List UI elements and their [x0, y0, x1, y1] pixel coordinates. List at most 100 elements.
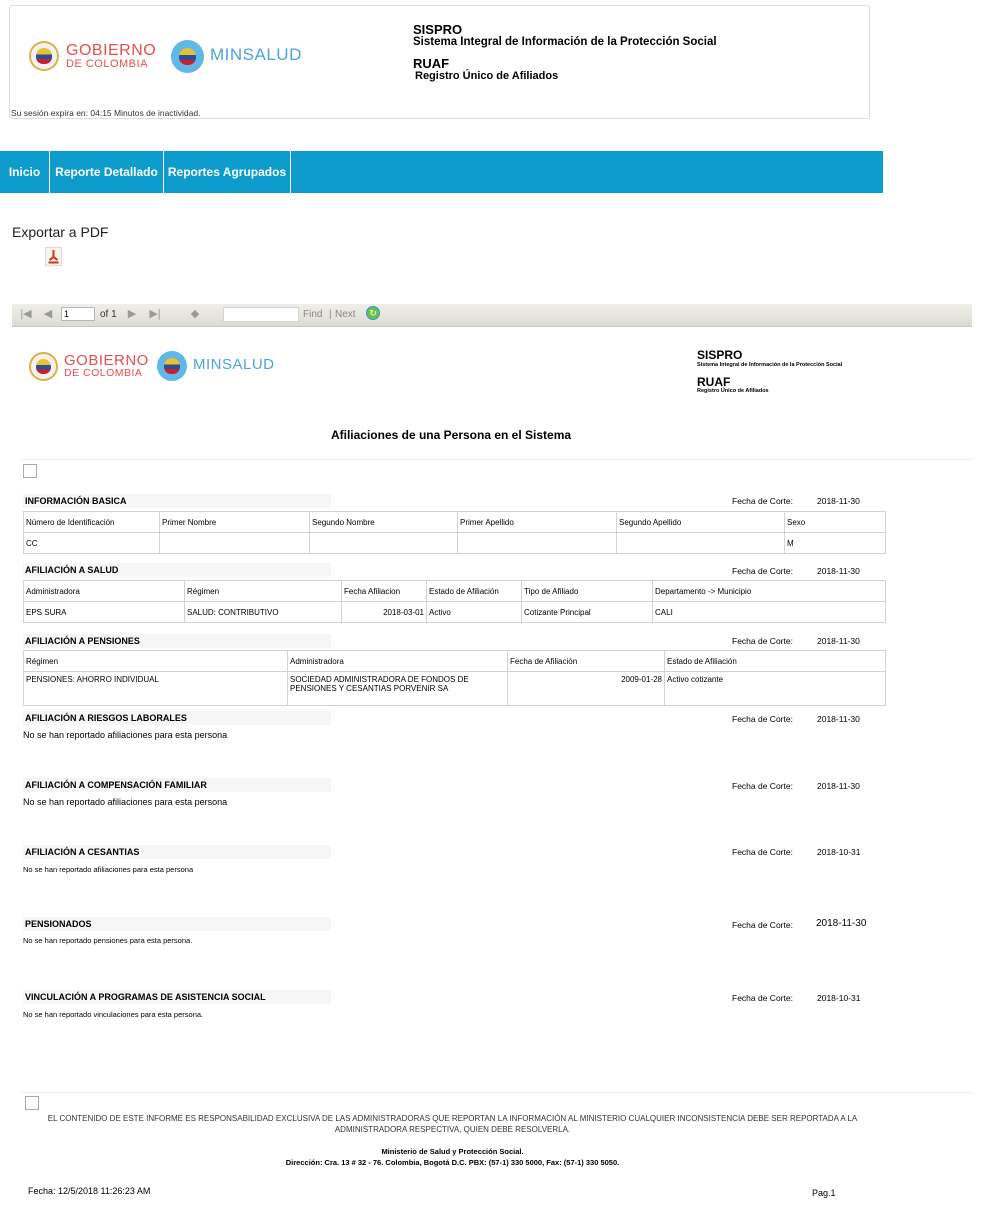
minsalud-text: MINSALUD	[210, 45, 302, 64]
pensiones-header-cell: Fecha de Afiliación	[507, 650, 665, 672]
pensiones-table: Régimen Administradora Fecha de Afiliaci…	[23, 650, 886, 706]
salud-table: Administradora Régimen Fecha Afiliacion …	[23, 580, 886, 623]
section-cesantias-fecha: 2018-10-31	[817, 847, 861, 857]
previous-page-icon[interactable]: ◀	[42, 308, 54, 320]
section-basica-fecha: 2018-11-30	[817, 496, 860, 506]
footer-ministerio: Ministerio de Salud y Protección Social.	[381, 1147, 524, 1156]
report-sispro-full: Sistema Integral de Información de la Pr…	[697, 362, 843, 368]
salud-header-cell: Departamento -> Municipio	[652, 580, 886, 602]
refresh-icon[interactable]: ↻	[366, 306, 380, 320]
pensiones-header-cell: Régimen	[23, 650, 288, 672]
pensiones-cell: SOCIEDAD ADMINISTRADORA DE FONDOS DE PEN…	[287, 671, 508, 706]
pensiones-cell: Activo cotizante	[664, 671, 886, 706]
session-expiry: Su sesión expira en: 04:15 Minutos de in…	[11, 108, 201, 118]
footer-direccion: Dirección: Cra. 13 # 32 - 76. Colombia, …	[285, 1158, 620, 1167]
nav-reporte-detallado[interactable]: Reporte Detallado	[50, 151, 164, 193]
gobierno-line1: GOBIERNO	[66, 42, 157, 59]
section-salud-title: AFILIACIÓN A SALUD	[23, 563, 331, 577]
section-riesgos-title: AFILIACIÓN A RIESGOS LABORALES	[23, 711, 331, 725]
sispro-full: Sistema Integral de Información de la Pr…	[413, 36, 717, 48]
next-page-icon[interactable]: ▶	[126, 308, 138, 320]
footer-checkbox	[25, 1096, 39, 1110]
salud-header-cell: Régimen	[184, 580, 342, 602]
salud-cell: SALUD: CONTRIBUTIVO	[184, 601, 342, 623]
report-viewer-toolbar: |◀ ◀ of 1 ▶ ▶| ◆ Find | Next ↻	[12, 304, 972, 327]
page-number-input[interactable]	[61, 307, 95, 321]
footer-fecha: Fecha: 12/5/2018 11:26:23 AM	[28, 1186, 151, 1196]
back-to-parent-icon[interactable]: ◆	[189, 308, 201, 320]
ruaf-title: RUAF	[413, 56, 450, 71]
pensiones-cell: 2009-01-28	[507, 671, 665, 706]
section-asistencia-message: No se han reportado vinculaciones para e…	[23, 1010, 204, 1019]
page-count: of 1	[100, 309, 117, 320]
salud-cell: 2018-03-01	[341, 601, 427, 623]
salud-cell: Activo	[426, 601, 522, 623]
section-riesgos-corte-label: Fecha de Corte:	[732, 714, 793, 724]
salud-header-cell: Tipo de Afiliado	[521, 580, 653, 602]
report-colombia-seal-icon	[29, 352, 58, 381]
gobierno-line2: DE COLOMBIA	[66, 58, 148, 70]
section-pensionados-message: No se han reportado pensiones para esta …	[23, 936, 193, 945]
sispro-title: SISPRO	[413, 22, 463, 37]
ruaf-full: Registro Único de Afiliados	[415, 70, 559, 82]
section-pensiones-corte-label: Fecha de Corte:	[732, 636, 793, 646]
footer-divider	[22, 1092, 972, 1093]
report-gobierno-line1: GOBIERNO	[64, 352, 149, 369]
pensiones-header-cell: Administradora	[287, 650, 508, 672]
basica-header-cell: Sexo	[784, 511, 886, 533]
section-basica-corte-label: Fecha de Corte:	[732, 496, 793, 506]
section-basica-title: INFORMACIÓN BASICA	[23, 494, 331, 508]
section-pensionados-corte-label: Fecha de Corte:	[732, 920, 793, 930]
main-navbar: Inicio Reporte Detallado Reportes Agrupa…	[0, 151, 883, 193]
minsalud-seal-icon	[171, 40, 204, 73]
basica-header-cell: Primer Apellido	[457, 511, 617, 533]
section-asistencia-title: VINCULACIÓN A PROGRAMAS DE ASISTENCIA SO…	[23, 990, 331, 1004]
section-compensacion-fecha: 2018-11-30	[817, 781, 860, 791]
basica-cell: M	[784, 532, 886, 554]
section-pensionados-fecha: 2018-11-30	[816, 918, 867, 929]
report-minsalud-text: MINSALUD	[193, 356, 275, 373]
table-row: PENSIONES: AHORRO INDIVIDUAL SOCIEDAD AD…	[23, 671, 886, 706]
basica-cell: CC	[23, 532, 160, 554]
basica-header-cell: Número de Identificación	[23, 511, 160, 533]
basica-header-cell: Segundo Apellido	[616, 511, 785, 533]
pensiones-header-cell: Estado de Afiliación	[664, 650, 886, 672]
section-compensacion-corte-label: Fecha de Corte:	[732, 781, 793, 791]
report-ruaf-title: RUAF	[697, 375, 731, 389]
find-separator: |	[329, 309, 332, 320]
table-row: CC M	[23, 532, 886, 554]
first-page-icon[interactable]: |◀	[20, 308, 32, 320]
section-salud-fecha: 2018-11-30	[817, 566, 860, 576]
section-cesantias-corte-label: Fecha de Corte:	[732, 847, 793, 857]
nav-inicio[interactable]: Inicio	[0, 151, 50, 193]
basica-table: Número de Identificación Primer Nombre S…	[23, 511, 886, 554]
section-riesgos-message: No se han reportado afiliaciones para es…	[23, 730, 228, 740]
report-minsalud-seal-icon	[157, 351, 187, 381]
report-divider	[22, 459, 972, 460]
basica-header-cell: Segundo Nombre	[309, 511, 458, 533]
section-asistencia-corte-label: Fecha de Corte:	[732, 993, 793, 1003]
basica-cell	[309, 532, 458, 554]
pdf-export-icon[interactable]	[45, 247, 62, 266]
section-pensionados-title: PENSIONADOS	[23, 917, 331, 931]
section-compensacion-title: AFILIACIÓN A COMPENSACIÓN FAMILIAR	[23, 778, 331, 792]
section-cesantias-title: AFILIACIÓN A CESANTIAS	[23, 845, 331, 859]
table-row: EPS SURA SALUD: CONTRIBUTIVO 2018-03-01 …	[23, 601, 886, 623]
salud-header-cell: Estado de Afiliación	[426, 580, 522, 602]
report-gobierno-line2: DE COLOMBIA	[64, 367, 143, 379]
nav-reportes-agrupados[interactable]: Reportes Agrupados	[164, 151, 291, 193]
section-compensacion-message: No se han reportado afiliaciones para es…	[23, 797, 228, 807]
report-sispro-title: SISPRO	[697, 348, 743, 362]
report-title: Afiliaciones de una Persona en el Sistem…	[330, 428, 572, 442]
section-asistencia-fecha: 2018-10-31	[817, 993, 861, 1003]
salud-cell: Cotizante Principal	[521, 601, 653, 623]
section-cesantias-message: No se han reportado afiliaciones para es…	[23, 865, 194, 874]
footer-disclaimer: EL CONTENIDO DE ESTE INFORME ES RESPONSA…	[47, 1114, 858, 1134]
find-link[interactable]: Find	[303, 309, 322, 320]
last-page-icon[interactable]: ▶|	[149, 308, 161, 320]
colombia-seal-icon	[29, 41, 59, 71]
find-next-link[interactable]: Next	[335, 309, 356, 320]
section-pensiones-fecha: 2018-11-30	[817, 636, 860, 646]
section-riesgos-fecha: 2018-11-30	[817, 714, 860, 724]
find-input[interactable]	[223, 307, 299, 322]
